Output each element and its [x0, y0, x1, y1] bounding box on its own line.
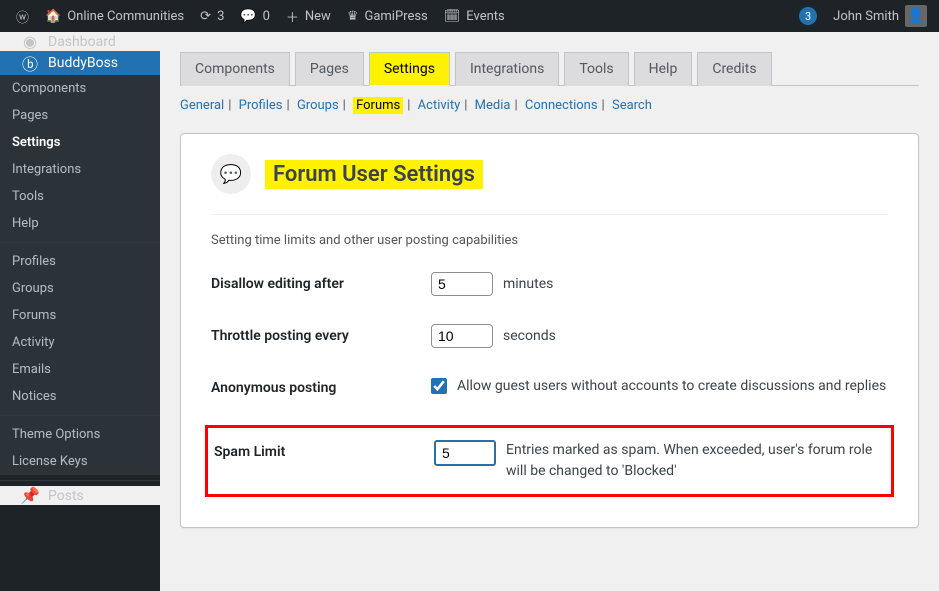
- sidebar-sub-groups[interactable]: Groups: [0, 275, 160, 302]
- tab-pages[interactable]: Pages: [295, 52, 364, 86]
- spam-limit-text: Entries marked as spam. When exceeded, u…: [506, 440, 879, 482]
- sidebar-item-posts[interactable]: 📌Posts: [0, 486, 160, 505]
- wp-logo[interactable]: ⓦ: [8, 0, 37, 32]
- dashboard-icon: ◉: [20, 32, 40, 51]
- sidebar-sub-components[interactable]: Components: [0, 75, 160, 102]
- sidebar-submenu: Components Pages Settings Integrations T…: [0, 75, 160, 475]
- tab-components[interactable]: Components: [180, 52, 290, 86]
- subtab-general[interactable]: General: [180, 98, 224, 113]
- panel-title: Forum User Settings: [265, 160, 483, 189]
- settings-panel: 💬 Forum User Settings Setting time limit…: [180, 133, 919, 528]
- main-content: Components Pages Settings Integrations T…: [160, 32, 939, 591]
- sidebar-sub-activity[interactable]: Activity: [0, 329, 160, 356]
- crown-icon: ♛: [347, 9, 359, 24]
- subtab-forums[interactable]: Forums: [353, 97, 403, 114]
- sidebar-sub-notices[interactable]: Notices: [0, 383, 160, 410]
- admin-sidebar: ◉Dashboard ⓑBuddyBoss Components Pages S…: [0, 32, 160, 591]
- sub-nav: General| Profiles| Groups| Forums| Activ…: [180, 98, 919, 113]
- home-icon: 🏠: [45, 9, 61, 24]
- sidebar-sub-emails[interactable]: Emails: [0, 356, 160, 383]
- sidebar-sub-help[interactable]: Help: [0, 210, 160, 237]
- user-name: John Smith: [833, 9, 899, 24]
- refresh-link[interactable]: ⟳3: [192, 0, 232, 32]
- sidebar-sub-profiles[interactable]: Profiles: [0, 248, 160, 275]
- sidebar-sub-license-keys[interactable]: License Keys: [0, 448, 160, 475]
- throttle-unit: seconds: [503, 328, 556, 344]
- site-name: Online Communities: [67, 9, 184, 24]
- sidebar-sub-integrations[interactable]: Integrations: [0, 156, 160, 183]
- wordpress-icon: ⓦ: [16, 7, 29, 26]
- spam-limit-input[interactable]: [434, 440, 496, 466]
- sidebar-sub-tools[interactable]: Tools: [0, 183, 160, 210]
- sidebar-sub-settings[interactable]: Settings: [0, 129, 160, 156]
- subtab-groups[interactable]: Groups: [297, 98, 339, 113]
- subtab-media[interactable]: Media: [475, 98, 511, 113]
- subtab-search[interactable]: Search: [612, 98, 652, 113]
- tab-credits[interactable]: Credits: [697, 52, 771, 86]
- chat-icon: 💬: [211, 154, 251, 194]
- sidebar-sub-theme-options[interactable]: Theme Options: [0, 421, 160, 448]
- nav-tabs: Components Pages Settings Integrations T…: [180, 52, 919, 86]
- subtab-connections[interactable]: Connections: [525, 98, 598, 113]
- sidebar-sub-forums[interactable]: Forums: [0, 302, 160, 329]
- tab-integrations[interactable]: Integrations: [455, 52, 559, 86]
- plus-icon: ＋: [286, 7, 299, 26]
- disallow-editing-unit: minutes: [503, 276, 553, 292]
- calendar-icon: 🗓: [444, 9, 461, 24]
- anonymous-posting-text: Allow guest users without accounts to cr…: [457, 376, 886, 397]
- anonymous-posting-checkbox[interactable]: [431, 378, 447, 394]
- events-link[interactable]: 🗓Events: [436, 0, 513, 32]
- comments-link[interactable]: 💬0: [232, 0, 278, 32]
- comment-icon: 💬: [240, 9, 256, 24]
- user-menu[interactable]: John Smith 👤: [825, 0, 931, 32]
- panel-description: Setting time limits and other user posti…: [211, 233, 888, 248]
- notification-badge[interactable]: 3: [799, 7, 817, 25]
- tab-settings[interactable]: Settings: [369, 52, 450, 86]
- gamipress-link[interactable]: ♛GamiPress: [339, 0, 436, 32]
- disallow-editing-label: Disallow editing after: [211, 272, 431, 292]
- sidebar-item-dashboard[interactable]: ◉Dashboard: [0, 32, 160, 51]
- subtab-activity[interactable]: Activity: [418, 98, 461, 113]
- site-link[interactable]: 🏠 Online Communities: [37, 0, 192, 32]
- subtab-profiles[interactable]: Profiles: [239, 98, 283, 113]
- tab-help[interactable]: Help: [634, 52, 693, 86]
- buddyboss-icon: ⓑ: [20, 51, 40, 75]
- disallow-editing-input[interactable]: [431, 272, 493, 296]
- refresh-icon: ⟳: [200, 9, 211, 24]
- spam-limit-label: Spam Limit: [214, 440, 434, 460]
- admin-bar: ⓦ 🏠Online Communities ⟳3 💬0 ＋New ♛GamiPr…: [0, 0, 939, 32]
- sidebar-sub-pages[interactable]: Pages: [0, 102, 160, 129]
- sidebar-item-buddyboss[interactable]: ⓑBuddyBoss: [0, 51, 160, 75]
- new-link[interactable]: ＋New: [278, 0, 339, 32]
- throttle-input[interactable]: [431, 324, 493, 348]
- anonymous-posting-label: Anonymous posting: [211, 376, 431, 396]
- avatar: 👤: [905, 5, 927, 27]
- throttle-label: Throttle posting every: [211, 324, 431, 344]
- spam-limit-row: Spam Limit Entries marked as spam. When …: [205, 425, 894, 497]
- tab-tools[interactable]: Tools: [564, 52, 628, 86]
- pin-icon: 📌: [20, 486, 40, 505]
